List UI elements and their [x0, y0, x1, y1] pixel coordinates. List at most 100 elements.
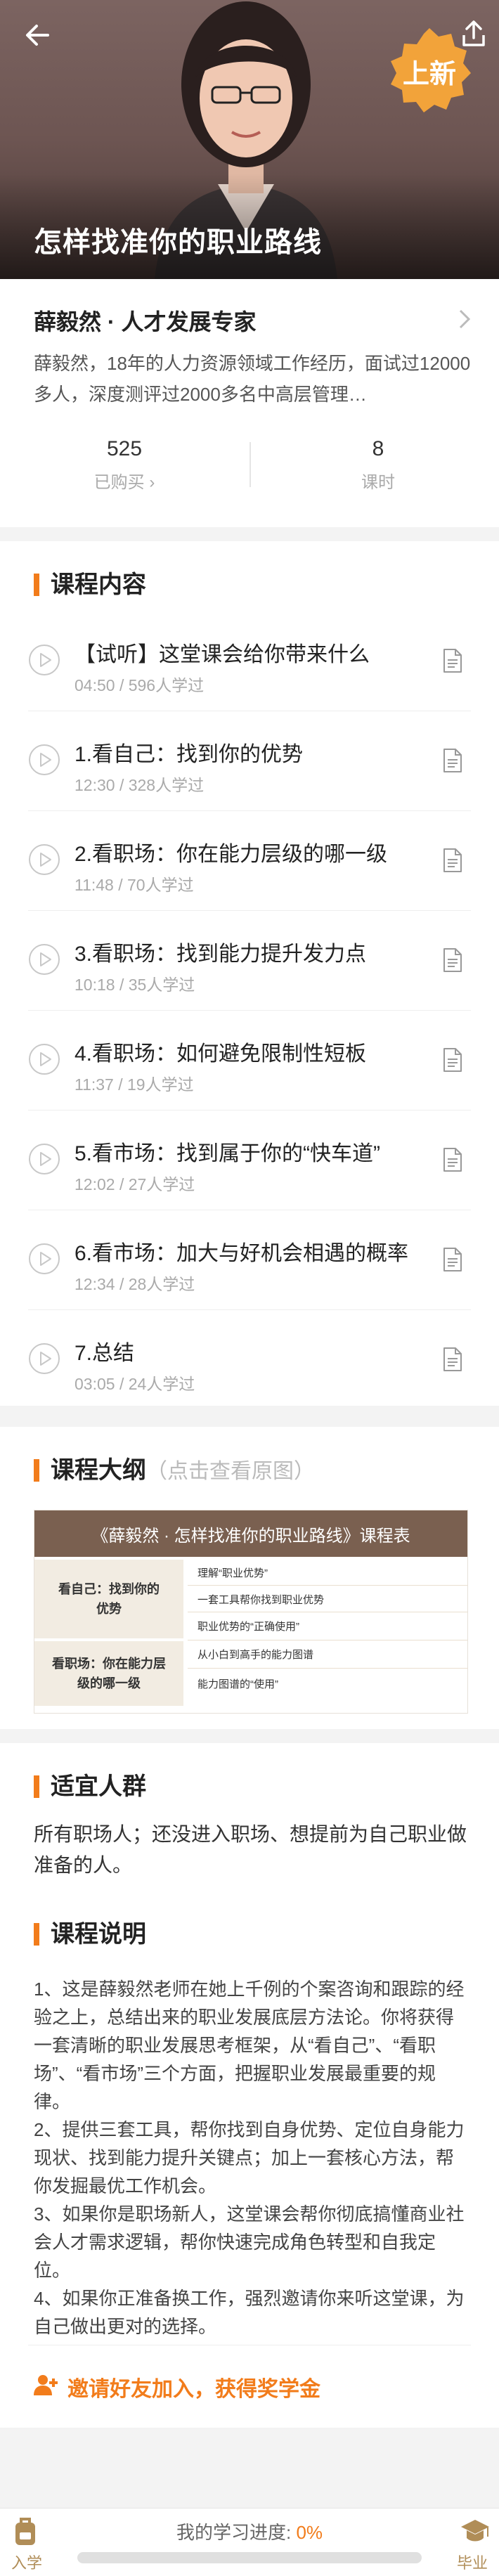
graduation-cap-icon: [461, 2520, 489, 2542]
share-icon[interactable]: [458, 18, 489, 49]
outline-row: 能力图谱的“使用”: [197, 1678, 278, 1690]
description-paragraph: 3、如果你是职场新人，这堂课会帮你彻底搞懂商业社会人才需求逻辑，帮你快速完成角色…: [34, 2203, 465, 2281]
document-icon[interactable]: [441, 947, 464, 973]
lessons-stat: 8 课时: [273, 434, 484, 498]
progress-bar: 入学 我的学习进度: 0% 毕业: [0, 2508, 499, 2576]
section-title: 适宜人群: [51, 1773, 146, 1800]
stats-divider: [249, 442, 251, 487]
outline-left-cell: 看自己：找到你的优势: [34, 1560, 183, 1638]
document-icon[interactable]: [441, 1347, 464, 1372]
document-icon[interactable]: [441, 848, 464, 873]
outline-left-cell: 看职场：你在能力层级的哪一级: [34, 1641, 183, 1706]
play-circle-icon[interactable]: [28, 843, 60, 876]
course-description-text: 1、这是薛毅然老师在她上千例的个案咨询和跟踪的经验之上，总结出来的职业发展底层方…: [34, 1975, 471, 2341]
outline-image[interactable]: 《薛毅然 · 怎样找准你的职业路线》课程表 看自己：找到你的优势 看职场：你在能…: [34, 1510, 468, 1714]
outline-title: 课程大纲: [51, 1457, 146, 1484]
lesson-title[interactable]: 4.看职场：如何避免限制性短板: [74, 1036, 366, 1067]
outline-row: 职业优势的“正确使用”: [197, 1621, 299, 1633]
lesson-count-label: 课时: [361, 473, 395, 492]
add-user-icon: [34, 2375, 58, 2395]
lesson-item[interactable]: 4.看职场：如何避免限制性短板 11:37 / 19人学过: [0, 1011, 499, 1111]
section-title: 课程大纲（点击查看原图）: [51, 1455, 315, 1487]
play-circle-icon[interactable]: [28, 1342, 60, 1375]
description-paragraph: 4、如果你正准备换工作，强烈邀请你来听这堂课，为自己做出更对的选择。: [34, 2288, 465, 2337]
purchased-stat[interactable]: 525 已购买 ›: [19, 434, 230, 498]
invite-friends-button[interactable]: 邀请好友加入，获得奖学金: [0, 2345, 499, 2428]
back-arrow-icon[interactable]: [22, 20, 53, 51]
outline-row: 一套工具帮你找到职业优势: [197, 1594, 325, 1606]
course-content-section: 课程内容 【试听】这堂课会给你带来什么 04:50 / 596人学过 1.看自己：找…: [0, 541, 499, 1406]
outline-row: 理解“职业优势”: [197, 1567, 268, 1579]
document-icon[interactable]: [441, 1047, 464, 1073]
lesson-count: 8: [372, 437, 384, 460]
chevron-right-icon[interactable]: [458, 309, 471, 330]
document-icon[interactable]: [441, 748, 464, 773]
lesson-item[interactable]: 1.看自己：找到你的优势 12:30 / 328人学过: [0, 711, 499, 811]
purchased-count: 525: [106, 437, 143, 460]
new-badge-label: 上新: [402, 60, 456, 89]
description-paragraph: 2、提供三套工具，帮你找到自身优势、定位自身能力现状、找到能力提升关键点；加上一…: [34, 2119, 465, 2196]
course-stats: 525 已购买 › 8 课时: [0, 434, 499, 511]
outline-image-header: 《薛毅然 · 怎样找准你的职业路线》课程表: [34, 1510, 467, 1557]
lesson-item[interactable]: 【试听】这堂课会给你带来什么 04:50 / 596人学过: [0, 611, 499, 711]
lesson-item[interactable]: 2.看职场：你在能力层级的哪一级 11:48 / 70人学过: [0, 811, 499, 911]
play-circle-icon[interactable]: [28, 644, 60, 676]
outline-row-divider: [188, 1585, 467, 1586]
lesson-item[interactable]: 6.看市场：加大与好机会相遇的概率 12:34 / 28人学过: [0, 1210, 499, 1310]
play-circle-icon[interactable]: [28, 744, 60, 776]
play-circle-icon[interactable]: [28, 1143, 60, 1175]
lesson-title[interactable]: 1.看自己：找到你的优势: [74, 737, 303, 768]
outline-image-title: 《薛毅然 · 怎样找准你的职业路线》课程表: [91, 1527, 410, 1546]
section-accent-bar: [34, 1775, 39, 1798]
lesson-meta: 11:37 / 19人学过: [74, 1075, 194, 1094]
lesson-item[interactable]: 3.看职场：找到能力提升发力点 10:18 / 35人学过: [0, 911, 499, 1011]
lesson-title[interactable]: 5.看市场：找到属于你的“快车道”: [74, 1136, 380, 1167]
course-title: 怎样找准你的职业路线: [34, 227, 322, 258]
document-icon[interactable]: [441, 1147, 464, 1172]
lesson-meta: 11:48 / 70人学过: [74, 876, 194, 894]
lesson-item[interactable]: 5.看市场：找到属于你的“快车道” 12:02 / 27人学过: [0, 1111, 499, 1210]
section-accent-bar: [34, 1459, 39, 1482]
section-title: 课程内容: [51, 571, 146, 598]
description-paragraph: 1、这是薛毅然老师在她上千例的个案咨询和跟踪的经验之上，总结出来的职业发展底层方…: [34, 1979, 465, 2112]
author-card[interactable]: 薛毅然 · 人才发展专家 薛毅然，18年的人力资源领域工作经历，面试过12000…: [0, 279, 499, 527]
lesson-item[interactable]: 7.总结 03:05 / 24人学过: [0, 1310, 499, 1410]
lesson-meta: 10:18 / 35人学过: [74, 976, 195, 994]
progress-value: 0%: [296, 2522, 323, 2543]
lesson-title[interactable]: 2.看职场：你在能力层级的哪一级: [74, 836, 387, 867]
play-circle-icon[interactable]: [28, 1243, 60, 1275]
section-title: 课程说明: [51, 1921, 146, 1948]
course-outline-section: 课程大纲（点击查看原图） 《薛毅然 · 怎样找准你的职业路线》课程表 看自己：找…: [0, 1427, 499, 1729]
view-original-link[interactable]: （点击查看原图）: [146, 1460, 315, 1483]
lesson-meta: 04:50 / 596人学过: [74, 676, 205, 694]
outline-left-text: 看自己：找到你的优势: [58, 1582, 160, 1616]
author-name[interactable]: 薛毅然 · 人才发展专家: [34, 304, 256, 337]
lesson-meta: 12:02 / 27人学过: [74, 1175, 195, 1193]
progress-track: [77, 2552, 422, 2563]
invite-label[interactable]: 邀请好友加入，获得奖学金: [67, 2371, 320, 2402]
purchased-label[interactable]: 已购买 ›: [19, 467, 230, 498]
outline-row: 从小白到高手的能力图谱: [197, 1649, 314, 1661]
course-hero: 怎样找准你的职业路线 上新: [0, 0, 499, 279]
lesson-meta: 03:05 / 24人学过: [74, 1375, 195, 1393]
section-accent-bar: [34, 574, 39, 596]
section-accent-bar: [34, 1923, 39, 1946]
author-bio: 薛毅然，18年的人力资源领域工作经历，面试过12000多人，深度测评过2000多…: [34, 353, 471, 405]
play-circle-icon[interactable]: [28, 943, 60, 976]
graduate-label: 毕业: [457, 2554, 488, 2572]
course-description-section: 课程说明 1、这是薛毅然老师在她上千例的个案咨询和跟踪的经验之上，总结出来的职业…: [0, 1891, 499, 2345]
lesson-meta: 12:30 / 328人学过: [74, 776, 205, 794]
outline-row-divider: [188, 1668, 467, 1669]
lesson-title[interactable]: 3.看职场：找到能力提升发力点: [74, 936, 366, 967]
progress-label: 我的学习进度:: [176, 2522, 297, 2543]
target-audience-text: 所有职场人；还没进入职场、想提前为自己职业做准备的人。: [34, 1823, 467, 1876]
outline-left-text: 看职场：你在能力层级的哪一级: [52, 1657, 166, 1690]
document-icon[interactable]: [441, 648, 464, 673]
lesson-title[interactable]: 【试听】这堂课会给你带来什么: [74, 637, 370, 668]
lesson-title[interactable]: 7.总结: [74, 1335, 134, 1366]
lesson-title[interactable]: 6.看市场：加大与好机会相遇的概率: [74, 1236, 408, 1267]
progress-text: 我的学习进度: 0%: [0, 2518, 499, 2544]
document-icon[interactable]: [441, 1247, 464, 1272]
lesson-meta: 12:34 / 28人学过: [74, 1275, 195, 1293]
play-circle-icon[interactable]: [28, 1043, 60, 1075]
